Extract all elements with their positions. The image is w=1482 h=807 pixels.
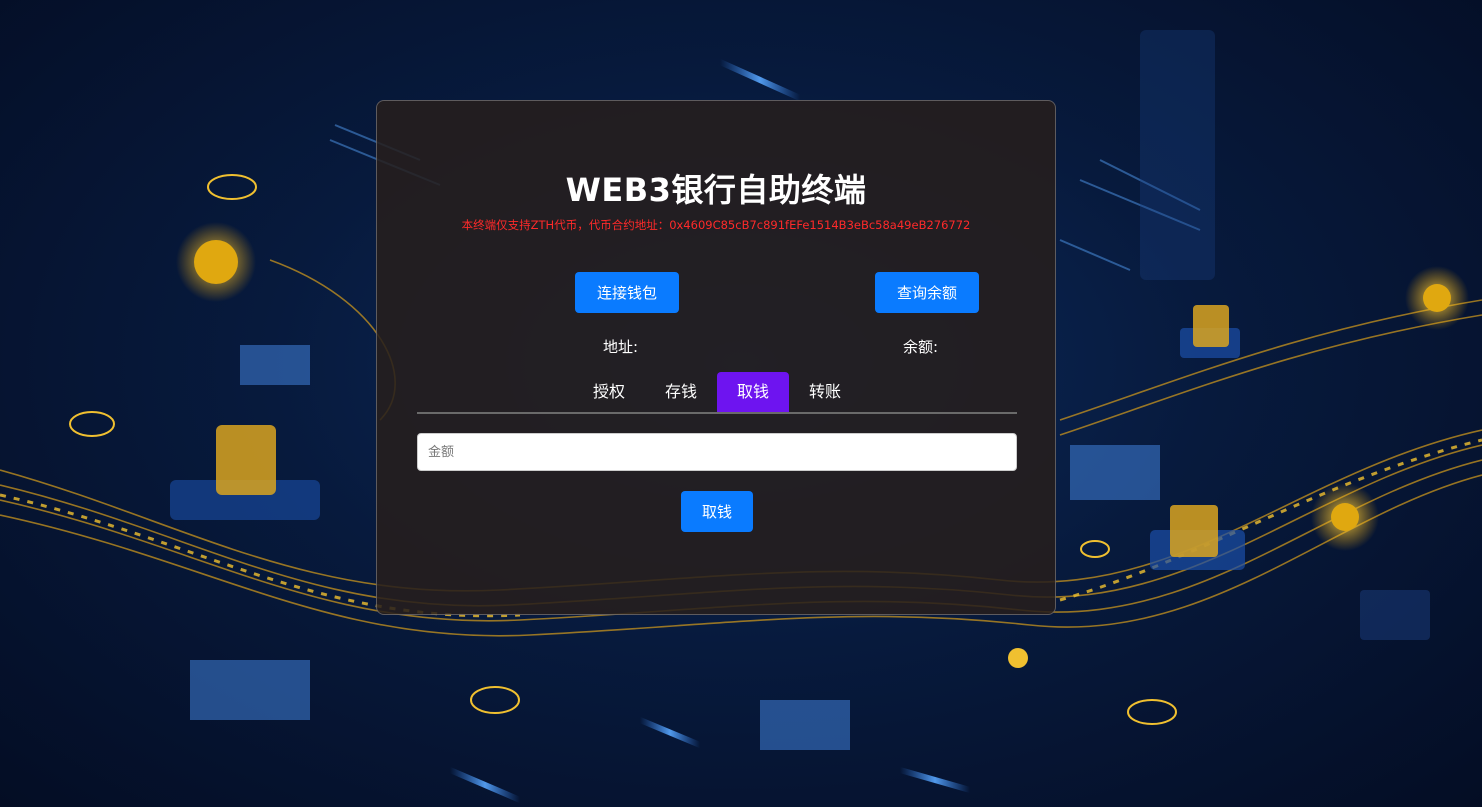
tab-authorize[interactable]: 授权 [573,372,645,412]
tab-withdraw[interactable]: 取钱 [717,372,789,412]
action-tabs: 授权 存钱 取钱 转账 [417,372,1017,414]
amount-input[interactable] [417,433,1017,471]
contract-notice: 本终端仅支持ZTH代币，代币合约地址：0x4609C85cB7c891fEFe1… [461,218,971,232]
tab-deposit[interactable]: 存钱 [645,372,717,412]
withdraw-submit-button[interactable]: 取钱 [681,491,753,532]
address-label: 地址: [603,338,639,356]
connect-wallet-button[interactable]: 连接钱包 [575,272,679,313]
query-balance-button[interactable]: 查询余额 [875,272,979,313]
balance-label: 余额: [903,338,939,356]
page-title: WEB3银行自助终端 [565,171,867,209]
atm-panel: WEB3银行自助终端 本终端仅支持ZTH代币，代币合约地址：0x4609C85c… [376,100,1056,615]
tab-transfer[interactable]: 转账 [789,372,861,412]
